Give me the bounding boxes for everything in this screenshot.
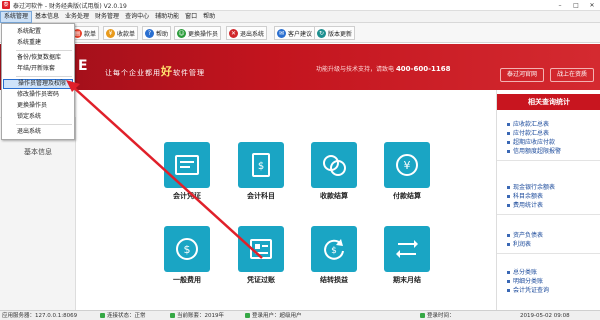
annotation-arrow-icon xyxy=(66,80,263,259)
arrow-line xyxy=(71,85,263,259)
